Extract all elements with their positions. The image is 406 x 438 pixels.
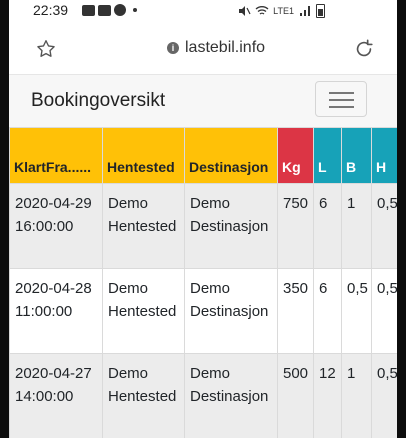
menu-toggle-button[interactable]	[315, 81, 367, 117]
cell-time: 14:00:00	[15, 388, 74, 405]
bookmark-star-icon[interactable]	[35, 38, 57, 60]
network-label: LTE1	[273, 6, 294, 16]
more-notifications-icon	[133, 8, 137, 12]
address-bar[interactable]: i lastebil.info	[167, 39, 265, 57]
battery-icon	[316, 4, 325, 18]
cell-klartfra: 2020-04-28 11:00:00	[9, 268, 103, 354]
cell-text: Demo	[190, 365, 231, 382]
cell-length: 12	[313, 353, 342, 438]
cell-height: 0,5	[371, 353, 397, 438]
cell-width: 1	[341, 353, 372, 438]
status-time: 22:39	[33, 2, 69, 18]
hamburger-icon	[329, 106, 354, 108]
cell-text: Demo	[190, 195, 231, 212]
browser-toolbar: i lastebil.info	[9, 24, 397, 74]
cell-destinasjon: Demo Destinasjon	[184, 183, 278, 269]
cell-text: Demo	[108, 280, 149, 297]
column-header-width[interactable]: B	[341, 127, 372, 184]
gallery-notification-icon	[82, 4, 95, 16]
cell-klartfra: 2020-04-29 16:00:00	[9, 183, 103, 269]
cell-width: 1	[341, 183, 372, 269]
cell-text: Hentested	[108, 388, 177, 405]
cell-destinasjon: Demo Destinasjon	[184, 268, 278, 354]
cell-hentested: Demo Hentested	[102, 183, 185, 269]
cell-kg: 750	[277, 183, 314, 269]
cell-hentested: Demo Hentested	[102, 353, 185, 438]
column-header-hentested[interactable]: Hentested	[102, 127, 185, 184]
navbar-brand[interactable]: Bookingoversikt	[31, 90, 165, 112]
cell-klartfra: 2020-04-27 14:00:00	[9, 353, 103, 438]
wifi-icon	[255, 6, 269, 15]
cell-hentested: Demo Hentested	[102, 268, 185, 354]
cell-date: 2020-04-29	[15, 195, 92, 212]
notification-icons	[82, 4, 137, 16]
cell-date: 2020-04-28	[15, 280, 92, 297]
cell-kg: 500	[277, 353, 314, 438]
cell-text: Destinasjon	[190, 303, 269, 320]
cell-time: 11:00:00	[15, 303, 73, 320]
cell-text: Hentested	[108, 303, 177, 320]
youtube-notification-icon	[98, 4, 111, 16]
column-header-klartfra[interactable]: KlartFra......	[9, 127, 103, 184]
app-notification-icon	[114, 4, 126, 16]
url-text[interactable]: lastebil.info	[185, 39, 265, 57]
column-header-destinasjon[interactable]: Destinasjon	[184, 127, 278, 184]
table-row[interactable]: 2020-04-28 11:00:00 Demo Hentested Demo Des…	[9, 268, 397, 354]
cell-text: Demo	[108, 195, 149, 212]
site-info-icon[interactable]: i	[167, 42, 179, 54]
column-header-height[interactable]: H	[371, 127, 397, 184]
cell-width: 0,5	[341, 268, 372, 354]
cell-text: Destinasjon	[190, 218, 269, 235]
cell-height: 0,5	[371, 268, 397, 354]
screen-bezel-left	[0, 0, 9, 438]
cell-text: Hentested	[108, 218, 177, 235]
reload-icon[interactable]	[353, 38, 375, 60]
status-bar: 22:39 LTE1	[9, 0, 397, 22]
table-row[interactable]: 2020-04-29 16:00:00 Demo Hentested Demo Des…	[9, 183, 397, 269]
system-icons: LTE1	[237, 4, 325, 18]
signal-icon	[300, 6, 310, 16]
cell-date: 2020-04-27	[15, 365, 92, 382]
table-row[interactable]: 2020-04-27 14:00:00 Demo Hentested Demo Des…	[9, 353, 397, 438]
column-header-kg[interactable]: Kg	[277, 127, 314, 184]
cell-text: Destinasjon	[190, 388, 269, 405]
cell-height: 0,5	[371, 183, 397, 269]
navbar: Bookingoversikt	[9, 75, 397, 127]
mute-icon	[239, 6, 251, 16]
cell-text: Demo	[108, 365, 149, 382]
cell-length: 6	[313, 268, 342, 354]
booking-table: KlartFra...... Hentested Destinasjon Kg …	[9, 127, 397, 438]
screen-bezel-right	[397, 0, 406, 438]
cell-destinasjon: Demo Destinasjon	[184, 353, 278, 438]
column-header-length[interactable]: L	[313, 127, 342, 184]
cell-length: 6	[313, 183, 342, 269]
table-header-row: KlartFra...... Hentested Destinasjon Kg …	[9, 127, 397, 184]
cell-time: 16:00:00	[15, 218, 74, 235]
cell-text: Demo	[190, 280, 231, 297]
web-page: Bookingoversikt KlartFra...... Hentested…	[9, 74, 397, 438]
cell-kg: 350	[277, 268, 314, 354]
hamburger-icon	[329, 99, 354, 101]
hamburger-icon	[329, 92, 354, 94]
